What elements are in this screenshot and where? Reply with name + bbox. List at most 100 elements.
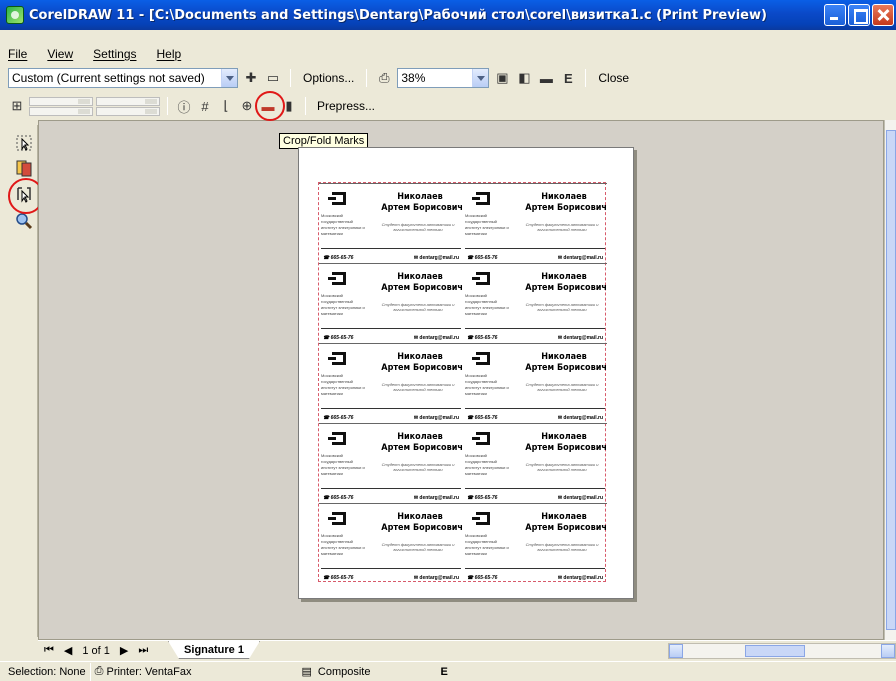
- scroll-right-icon[interactable]: [881, 644, 895, 658]
- logo-icon: [472, 512, 490, 525]
- spinner-row[interactable]: [96, 106, 160, 116]
- card-institute: Московский государственный институт элек…: [465, 533, 509, 556]
- prepress-button[interactable]: Prepress...: [313, 96, 379, 116]
- property-toolbar: ⊞ ⓘ # ⌊ ⊕ ▬ ▮ Prepress...: [8, 94, 379, 118]
- scroll-left-icon[interactable]: [669, 644, 683, 658]
- card-position: Студент факультета автоматики и вычислит…: [525, 462, 599, 472]
- card-divider: [321, 408, 461, 409]
- first-page-icon[interactable]: ⏮: [44, 644, 54, 657]
- card-divider: [465, 408, 605, 409]
- menu-view[interactable]: View: [47, 47, 73, 61]
- card-institute: Московский государственный институт элек…: [465, 213, 509, 236]
- last-page-icon[interactable]: ⏭: [138, 644, 148, 657]
- toolbar-separator: [167, 97, 168, 115]
- full-screen-icon[interactable]: ▣: [493, 69, 511, 87]
- size-spinner[interactable]: [96, 96, 160, 116]
- card-institute: Московский государственный институт элек…: [465, 453, 509, 476]
- card-institute: Московский государственный институт элек…: [321, 213, 365, 236]
- tab-signature-1[interactable]: Signature 1: [168, 641, 260, 659]
- scrollbar-thumb[interactable]: [745, 645, 805, 657]
- business-card: Николаев Артем Борисович Московский госуд…: [319, 503, 463, 583]
- business-card: Николаев Артем Борисович Московский госуд…: [463, 343, 607, 423]
- imposition-layout-tool-icon[interactable]: [14, 158, 34, 178]
- file-info-icon[interactable]: ⓘ: [175, 97, 193, 115]
- business-card: Николаев Артем Борисович Московский госуд…: [463, 503, 607, 583]
- options-button[interactable]: Options...: [299, 68, 358, 88]
- card-phone: ☎ 665-65-76: [467, 495, 498, 501]
- toolbar-separator: [290, 69, 291, 87]
- logo-icon: [328, 272, 346, 285]
- page-info: 1 of 1: [82, 644, 110, 657]
- status-bar: Selection: None ⎙ Printer: VentaFax ▤ Co…: [0, 661, 896, 681]
- card-name: Николаев Артем Борисович: [381, 272, 463, 293]
- pick-tool-icon[interactable]: [14, 133, 34, 153]
- spinner-row[interactable]: [29, 106, 93, 116]
- logo-icon: [472, 352, 490, 365]
- window-title: CorelDRAW 11 - [C:\Documents and Setting…: [29, 7, 767, 23]
- position-icon[interactable]: ⊞: [8, 97, 26, 115]
- card-name: Николаев Артем Борисович: [525, 272, 607, 293]
- toolbar-separator: [585, 69, 587, 87]
- logo-icon: [328, 352, 346, 365]
- card-name: Николаев Артем Борисович: [381, 512, 463, 533]
- chevron-down-icon[interactable]: [221, 69, 237, 87]
- business-card: Николаев Артем Борисович Московский госуд…: [319, 343, 463, 423]
- registration-marks-icon[interactable]: ⊕: [238, 97, 256, 115]
- next-page-icon[interactable]: ▶: [120, 644, 128, 657]
- mirror-icon[interactable]: E: [559, 69, 577, 87]
- minimize-button[interactable]: [824, 4, 846, 26]
- crop-fold-marks-icon[interactable]: ⌊: [217, 97, 235, 115]
- position-x-spinner[interactable]: [29, 96, 93, 116]
- add-style-icon[interactable]: ✚: [242, 69, 260, 87]
- print-icon[interactable]: ⎙: [375, 69, 393, 87]
- invert-icon[interactable]: ▬: [537, 69, 555, 87]
- page-numbers-icon[interactable]: #: [196, 97, 214, 115]
- card-phone: ☎ 665-65-76: [467, 415, 498, 421]
- card-divider: [321, 248, 461, 249]
- card-position: Студент факультета автоматики и вычислит…: [525, 222, 599, 232]
- business-card: Николаев Артем Борисович Московский госуд…: [319, 423, 463, 503]
- page-navigation-bar: ⏮ ◀ 1 of 1 ▶ ⏭ Signature 1: [38, 640, 896, 660]
- vertical-scrollbar[interactable]: [884, 120, 896, 640]
- card-email: ✉ dentarg@mail.ru: [413, 335, 459, 341]
- logo-icon: [472, 272, 490, 285]
- close-preview-button[interactable]: Close: [594, 68, 633, 88]
- chevron-down-icon[interactable]: [472, 69, 489, 87]
- printer-icon: ⎙: [94, 665, 104, 677]
- card-position: Студент факультета автоматики и вычислит…: [381, 382, 455, 392]
- logo-icon: [328, 192, 346, 205]
- card-position: Студент факультета автоматики и вычислит…: [381, 222, 455, 232]
- spinner-row[interactable]: [96, 96, 160, 106]
- card-phone: ☎ 665-65-76: [467, 575, 498, 581]
- card-name: Николаев Артем Борисович: [525, 352, 607, 373]
- card-phone: ☎ 665-65-76: [467, 335, 498, 341]
- restore-button[interactable]: [848, 4, 870, 26]
- scrollbar-thumb[interactable]: [886, 130, 896, 630]
- prev-page-icon[interactable]: ◀: [64, 644, 72, 657]
- coreldraw-app-icon[interactable]: [6, 6, 24, 24]
- card-divider: [321, 488, 461, 489]
- spinner-row[interactable]: [29, 96, 93, 106]
- card-email: ✉ dentarg@mail.ru: [557, 575, 603, 581]
- remove-style-icon[interactable]: ▭: [264, 69, 282, 87]
- status-separator: [89, 662, 91, 681]
- status-printer: Printer: VentaFax: [106, 665, 192, 678]
- horizontal-scrollbar[interactable]: [668, 643, 896, 659]
- highlight-circle-crop-marks: [255, 91, 285, 121]
- menu-settings[interactable]: Settings: [93, 47, 136, 61]
- print-page: Николаев Артем Борисович Московский госуд…: [298, 147, 634, 599]
- separations-icon[interactable]: ◧: [515, 69, 533, 87]
- card-institute: Московский государственный институт элек…: [321, 453, 365, 476]
- menu-help[interactable]: Help: [157, 47, 182, 61]
- card-email: ✉ dentarg@mail.ru: [413, 495, 459, 501]
- print-style-dropdown[interactable]: Custom (Current settings not saved): [8, 68, 238, 88]
- menu-file[interactable]: File: [8, 47, 27, 61]
- zoom-tool-icon[interactable]: [14, 211, 34, 231]
- card-institute: Московский государственный институт элек…: [465, 293, 509, 316]
- zoom-dropdown[interactable]: 38%: [397, 68, 490, 88]
- preview-canvas[interactable]: Crop/Fold Marks Николаев Артем Борисович …: [38, 120, 884, 640]
- close-window-button[interactable]: [872, 4, 894, 26]
- card-email: ✉ dentarg@mail.ru: [557, 255, 603, 261]
- card-divider: [465, 328, 605, 329]
- menu-bar: File View Settings Help: [0, 44, 896, 63]
